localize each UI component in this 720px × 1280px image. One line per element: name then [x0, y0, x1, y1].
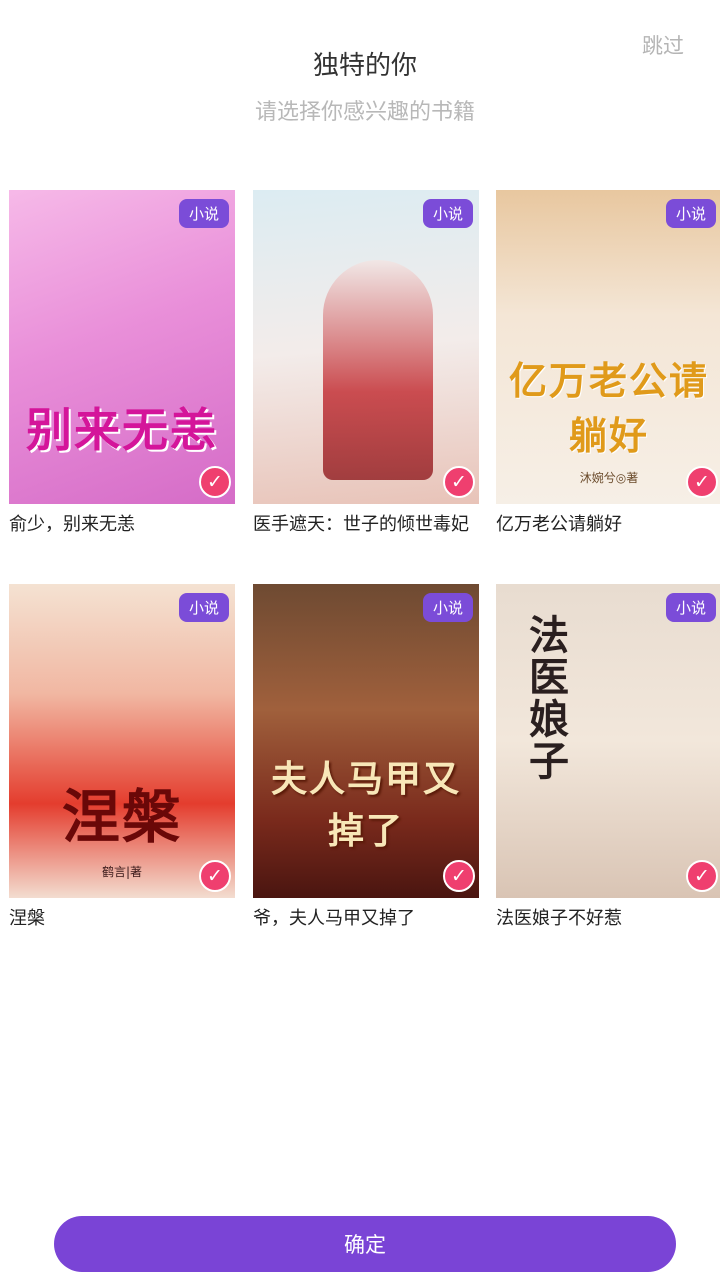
- book-card[interactable]: 法医娘子 小说 ✓ 法医娘子不好惹: [496, 584, 720, 930]
- book-name: 俞少，别来无恙: [9, 514, 135, 535]
- check-icon[interactable]: ✓: [686, 860, 718, 892]
- book-card[interactable]: 夫人马甲又掉了 小说 ✓ 爷，夫人马甲又掉了: [253, 584, 479, 930]
- cover-title: 涅槃: [61, 783, 182, 851]
- book-tag: 小说: [665, 593, 716, 622]
- book-card[interactable]: 小说 ✓ 医手遮天：世子的倾世毒妃: [253, 190, 479, 536]
- book-tag: 小说: [178, 593, 229, 622]
- book-card[interactable]: 亿万老公请躺好 沐婉兮◎著 小说 ✓ 亿万老公请躺好: [496, 190, 720, 536]
- cover-title: 别来无恙: [26, 403, 218, 457]
- book-tag: 小说: [178, 199, 229, 228]
- book-cover[interactable]: 夫人马甲又掉了 小说 ✓: [253, 584, 479, 898]
- book-name: 亿万老公请躺好: [496, 514, 622, 535]
- book-cover[interactable]: 小说 ✓: [253, 190, 479, 504]
- check-icon[interactable]: ✓: [443, 860, 475, 892]
- book-name: 涅槃: [9, 908, 45, 929]
- cover-title: 亿万老公请躺好: [508, 358, 709, 458]
- check-icon[interactable]: ✓: [686, 466, 718, 498]
- confirm-button[interactable]: 确定: [54, 1216, 676, 1272]
- page-subtitle: 请选择你感兴趣的书籍: [254, 100, 475, 125]
- book-tag: 小说: [422, 593, 473, 622]
- book-card[interactable]: 别来无恙 小说 ✓ 俞少，别来无恙: [9, 190, 235, 536]
- check-icon[interactable]: ✓: [443, 466, 475, 498]
- book-card[interactable]: 涅槃 鹤言|著 小说 ✓ 涅槃: [9, 584, 235, 930]
- book-name: 爷，夫人马甲又掉了: [253, 908, 415, 929]
- book-cover[interactable]: 亿万老公请躺好 沐婉兮◎著 小说 ✓: [496, 190, 720, 504]
- page-title: 独特的你: [312, 51, 417, 81]
- cover-title: 法医娘子: [522, 614, 569, 782]
- check-icon[interactable]: ✓: [199, 860, 231, 892]
- book-cover[interactable]: 涅槃 鹤言|著 小说 ✓: [9, 584, 235, 898]
- book-name: 医手遮天：世子的倾世毒妃: [253, 514, 469, 535]
- book-tag: 小说: [665, 199, 716, 228]
- cover-figure: [323, 260, 433, 480]
- check-icon[interactable]: ✓: [199, 466, 231, 498]
- book-tag: 小说: [422, 199, 473, 228]
- book-cover[interactable]: 法医娘子 小说 ✓: [496, 584, 720, 898]
- cover-title: 夫人马甲又掉了: [270, 758, 461, 852]
- book-cover[interactable]: 别来无恙 小说 ✓: [9, 190, 235, 504]
- book-name: 法医娘子不好惹: [496, 908, 622, 929]
